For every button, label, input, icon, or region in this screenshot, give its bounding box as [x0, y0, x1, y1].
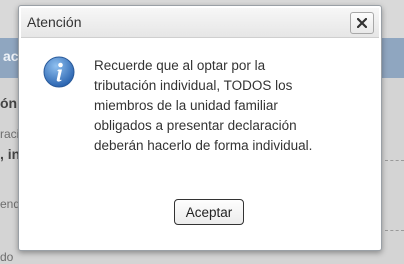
background-divider: [385, 160, 404, 161]
alert-dialog: Atención Recuerde que al optar por la tr…: [18, 5, 382, 251]
close-x-icon: [357, 18, 367, 28]
close-button[interactable]: [350, 12, 374, 34]
info-circle-icon: [43, 56, 75, 88]
background-text-fragment: do: [0, 250, 14, 264]
accept-button[interactable]: Aceptar: [174, 199, 244, 225]
dialog-message: Recuerde que al optar por la tributación…: [94, 58, 313, 153]
dialog-titlebar: Atención: [21, 8, 379, 38]
dialog-title: Atención: [27, 14, 82, 30]
background-text-fragment: raci: [0, 127, 20, 141]
background-divider: [385, 230, 404, 231]
